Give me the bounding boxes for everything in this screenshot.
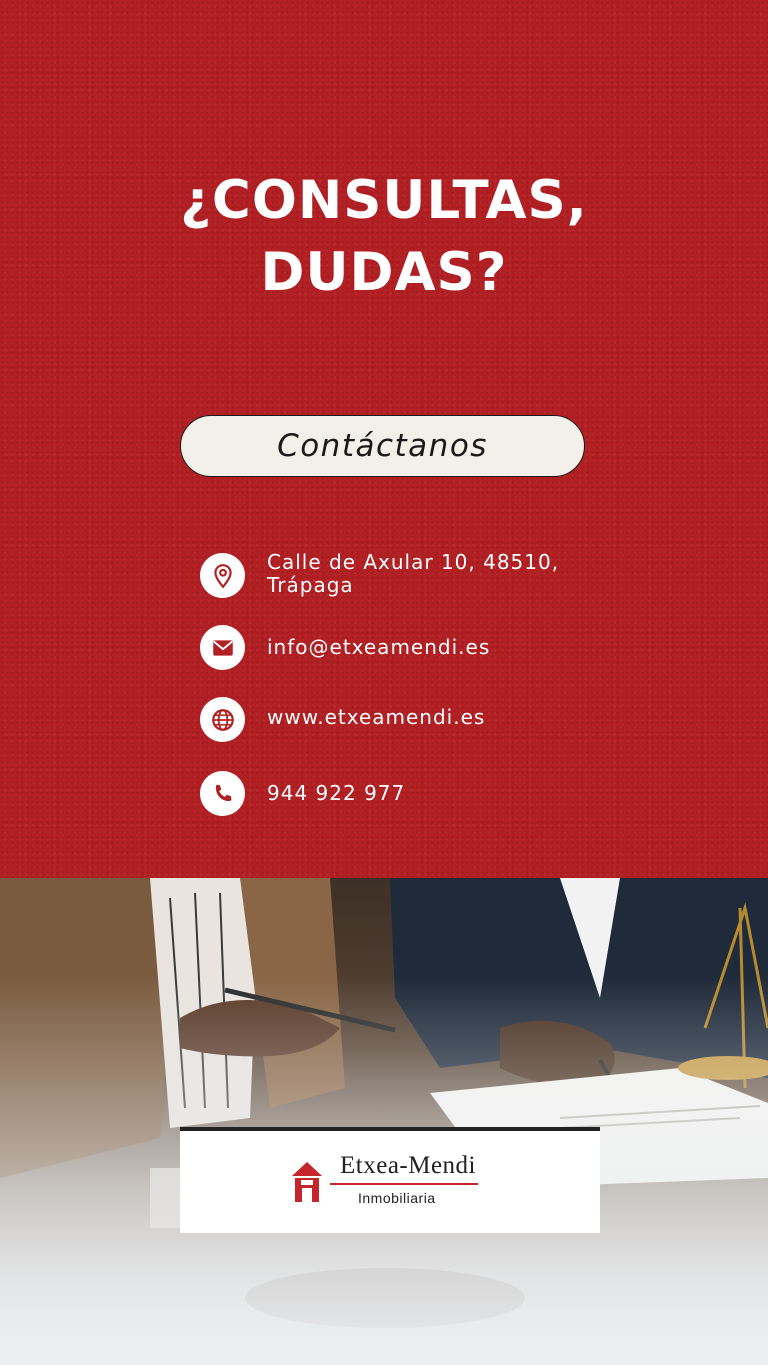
company-subtitle: Inmobiliaria bbox=[358, 1190, 436, 1206]
email-link[interactable]: info@etxeamendi.es bbox=[267, 636, 490, 659]
address-line-2: Trápaga bbox=[267, 573, 354, 597]
phone-number-link[interactable]: 944 922 977 bbox=[267, 782, 405, 805]
headline-line-1: ¿CONSULTAS, bbox=[180, 170, 588, 231]
company-logo-card bbox=[180, 1127, 600, 1233]
house-logo-icon bbox=[292, 1162, 322, 1202]
phone-icon bbox=[200, 771, 245, 816]
contact-button[interactable]: Contáctanos bbox=[180, 415, 585, 477]
mail-icon bbox=[200, 625, 245, 670]
contact-button-label: Contáctanos bbox=[277, 428, 488, 464]
headline-line-2: DUDAS? bbox=[260, 242, 508, 303]
globe-icon bbox=[200, 697, 245, 742]
photo-fade-overlay bbox=[0, 878, 768, 1365]
location-pin-icon bbox=[200, 553, 245, 598]
website-link[interactable]: www.etxeamendi.es bbox=[267, 706, 485, 729]
address-text: Calle de Axular 10, 48510, Trápaga bbox=[267, 551, 559, 597]
address-line-1: Calle de Axular 10, 48510, bbox=[267, 550, 560, 574]
logo-divider bbox=[330, 1183, 478, 1185]
company-name: Etxea-Mendi bbox=[340, 1152, 477, 1179]
office-meeting-photo bbox=[0, 878, 768, 1365]
